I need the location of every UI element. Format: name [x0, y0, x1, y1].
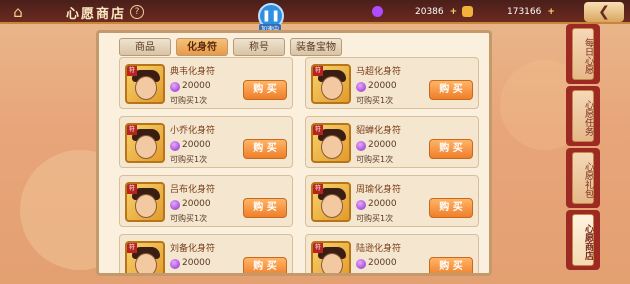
hero-portrait: 符 [125, 182, 165, 222]
side-menu: 每日心愿 心愿任务 心愿礼包 心愿商店 [566, 24, 626, 284]
purple-gem-icon [372, 6, 383, 17]
buy-button[interactable]: 购 买 [429, 198, 473, 218]
item-price: 20000 [368, 258, 397, 268]
top-bar: ⌂ 心愿商店 ? 20386 + 173166 + ❮ [0, 0, 630, 24]
purchase-limit: 可购买1次 [170, 96, 208, 105]
item-card: 符 吕布化身符 20000 可购买1次 购 买 [119, 175, 293, 227]
hero-portrait: 符 [311, 64, 351, 104]
add-gem-button[interactable]: + [450, 7, 458, 17]
hero-portrait: 符 [311, 123, 351, 163]
shop-panel: 商品 化身符 称号 装备宝物 符 典韦化身符 20000 可购买1次 购 买 符 马超… [96, 30, 492, 276]
item-price: 20000 [182, 199, 211, 209]
game-screen: ⌂ 心愿商店 ? 20386+ 173166+ ❮ ❚❚ 加速中 商品化身符称号… [0, 0, 630, 284]
tab-titles[interactable]: 称号 [233, 38, 285, 56]
buy-button[interactable]: 购 买 [429, 257, 473, 273]
page-title: 心愿商店 [66, 7, 127, 22]
purchase-limit: 可购买1次 [356, 214, 394, 223]
tab-equipment-treasure[interactable]: 装备宝物 [290, 38, 342, 56]
item-price: 20000 [368, 81, 397, 91]
item-name: 小乔化身符 [170, 126, 216, 136]
purple-gem-icon [170, 141, 180, 151]
hero-portrait: 符 [311, 241, 351, 273]
hero-portrait: 符 [125, 123, 165, 163]
gold-ingot-icon [462, 6, 473, 17]
buy-button[interactable]: 购 买 [243, 198, 287, 218]
buy-button[interactable]: 购 买 [429, 80, 473, 100]
back-button[interactable]: ❮ [584, 2, 624, 22]
item-name: 貂蝉化身符 [356, 126, 402, 136]
purple-gem-icon [356, 82, 366, 92]
item-name: 刘备化身符 [170, 244, 216, 254]
purchase-limit: 可购买1次 [170, 155, 208, 164]
gold-amount: 173166 [507, 7, 542, 17]
tab-goods[interactable]: 商品 [119, 38, 171, 56]
item-card: 符 马超化身符 20000 可购买1次 购 买 [305, 57, 479, 109]
item-card: 符 小乔化身符 20000 可购买1次 购 买 [119, 116, 293, 168]
purple-gem-icon [170, 82, 180, 92]
item-price: 20000 [368, 140, 397, 150]
purple-gem-icon [356, 259, 366, 269]
item-card: 符 陆逊化身符 20000 购 买 [305, 234, 479, 273]
sidebar-item-daily-wish[interactable]: 每日心愿 [572, 28, 594, 80]
tab-avatar-talisman[interactable]: 化身符 [176, 38, 228, 56]
sidebar-item-wish-gift[interactable]: 心愿礼包 [572, 152, 594, 204]
item-price: 20000 [368, 199, 397, 209]
gem-amount: 20386 [415, 7, 444, 17]
purchase-limit: 可购买1次 [170, 214, 208, 223]
item-price: 20000 [182, 258, 211, 268]
sidebar-item-wish-tasks[interactable]: 心愿任务 [572, 90, 594, 142]
item-name: 典韦化身符 [170, 67, 216, 77]
purchase-limit: 可购买1次 [356, 155, 394, 164]
shop-tabs: 商品 化身符 称号 装备宝物 [119, 35, 347, 57]
item-card: 符 典韦化身符 20000 可购买1次 购 买 [119, 57, 293, 109]
buy-button[interactable]: 购 买 [243, 80, 287, 100]
item-card: 符 貂蝉化身符 20000 可购买1次 购 买 [305, 116, 479, 168]
buy-button[interactable]: 购 买 [243, 139, 287, 159]
item-name: 周瑜化身符 [356, 185, 402, 195]
back-arrow-icon: ❮ [598, 4, 610, 20]
purchase-limit: 可购买1次 [356, 96, 394, 105]
hero-portrait: 符 [125, 64, 165, 104]
purple-gem-icon [170, 259, 180, 269]
buy-button[interactable]: 购 买 [429, 139, 473, 159]
hero-portrait: 符 [311, 182, 351, 222]
item-name: 吕布化身符 [170, 185, 216, 195]
item-name: 马超化身符 [356, 67, 402, 77]
palace-icon[interactable]: ⌂ [4, 2, 32, 22]
gold-currency: 173166 + [462, 5, 555, 19]
add-gold-button[interactable]: + [547, 7, 555, 17]
item-name: 陆逊化身符 [356, 244, 402, 254]
sidebar-item-wish-shop[interactable]: 心愿商店 [572, 214, 594, 266]
item-card: 符 刘备化身符 20000 购 买 [119, 234, 293, 273]
purple-gem-icon [356, 200, 366, 210]
help-button[interactable]: ? [130, 5, 144, 19]
item-card: 符 周瑜化身符 20000 可购买1次 购 买 [305, 175, 479, 227]
gem-currency: 20386 + [372, 5, 457, 19]
item-price: 20000 [182, 81, 211, 91]
hero-portrait: 符 [125, 241, 165, 273]
purple-gem-icon [170, 200, 180, 210]
item-price: 20000 [182, 140, 211, 150]
buy-button[interactable]: 购 买 [243, 257, 287, 273]
purple-gem-icon [356, 141, 366, 151]
